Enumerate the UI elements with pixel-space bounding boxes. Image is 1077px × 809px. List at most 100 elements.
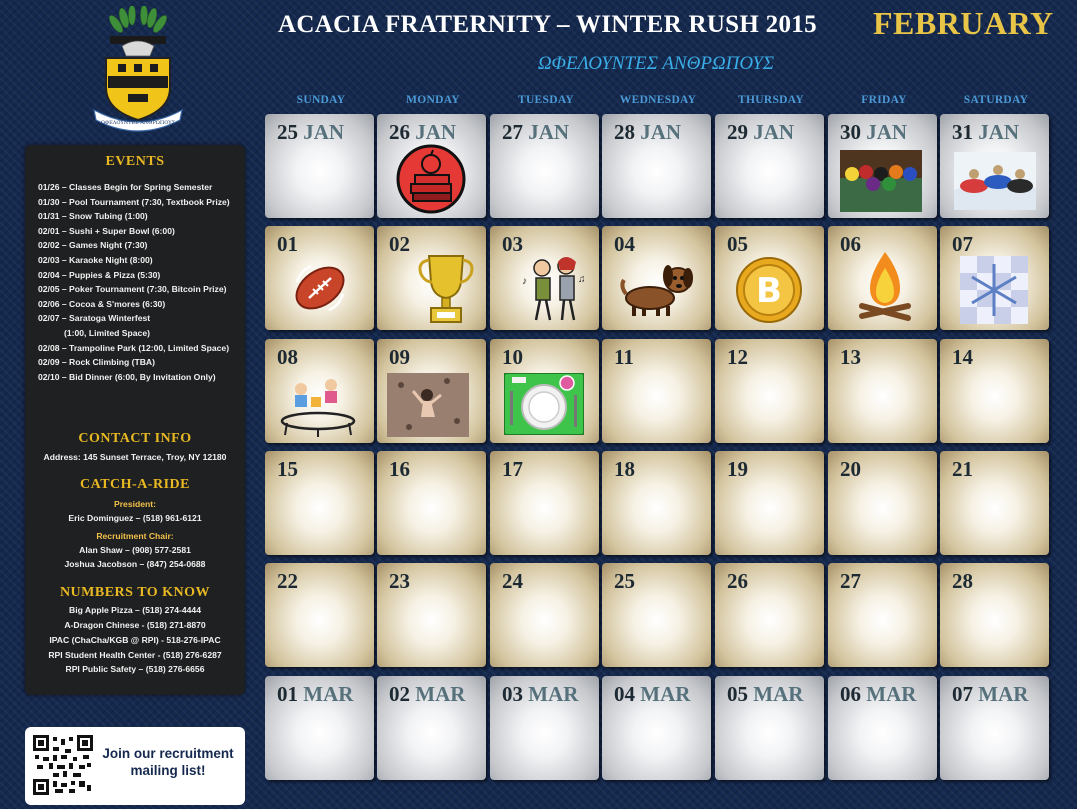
day-number: 24	[502, 569, 523, 593]
calendar-day-cell[interactable]: 02	[377, 226, 486, 330]
day-number: 25	[614, 569, 635, 593]
calendar-day-cell[interactable]: 08	[265, 339, 374, 443]
month-abbrev: JAN	[640, 120, 682, 144]
svg-text:B: B	[756, 271, 782, 311]
day-number: 12	[727, 345, 748, 369]
calendar-day-cell[interactable]: 06 MAR	[828, 676, 937, 780]
campfire-icon	[856, 250, 914, 326]
calendar-day-cell[interactable]: 06	[828, 226, 937, 330]
calendar-day-cell[interactable]: 21	[940, 451, 1049, 555]
day-number: 04 MAR	[614, 682, 690, 707]
calendar-day-cell[interactable]: 03 MAR	[490, 676, 599, 780]
calendar-day-cell[interactable]: 18	[602, 451, 711, 555]
month-abbrev: MAR	[866, 682, 917, 706]
day-number: 20	[840, 457, 861, 481]
day-digits: 06	[840, 682, 861, 706]
calendar-day-cell[interactable]: 19	[715, 451, 824, 555]
calendar-day-cell[interactable]: 30 JAN	[828, 114, 937, 218]
day-number: 01 MAR	[277, 682, 353, 707]
month-abbrev: JAN	[753, 120, 795, 144]
day-number: 13	[840, 345, 861, 369]
calendar-day-cell[interactable]: 01	[265, 226, 374, 330]
month-abbrev: MAR	[303, 682, 354, 706]
day-number: 17	[502, 457, 523, 481]
day-digits: 07	[952, 682, 973, 706]
karaoke-singers-icon: ♪ ♫	[520, 254, 586, 326]
svg-text:♫: ♫	[578, 274, 586, 285]
day-number: 30 JAN	[840, 120, 907, 145]
calendar-day-cell[interactable]: 01 MAR	[265, 676, 374, 780]
calendar-day-cell[interactable]: 23	[377, 563, 486, 667]
textbooks-icon	[395, 144, 467, 214]
month-abbrev: JAN	[866, 120, 908, 144]
calendar-day-cell[interactable]: 05 MAR	[715, 676, 824, 780]
day-digits: 02	[389, 682, 410, 706]
trophy-icon	[417, 252, 475, 326]
calendar-day-cell[interactable]: 25 JAN	[265, 114, 374, 218]
day-digits: 05	[727, 682, 748, 706]
calendar-day-cell[interactable]: 29 JAN	[715, 114, 824, 218]
day-number: 16	[389, 457, 410, 481]
day-number: 06 MAR	[840, 682, 916, 707]
football-icon	[291, 260, 349, 316]
month-abbrev: MAR	[978, 682, 1029, 706]
calendar-day-cell[interactable]: 10	[490, 339, 599, 443]
day-number: 28 JAN	[614, 120, 681, 145]
calendar-day-cell[interactable]: 17	[490, 451, 599, 555]
month-abbrev: JAN	[303, 120, 345, 144]
calendar-day-cell[interactable]: 03 ♪ ♫	[490, 226, 599, 330]
calendar-day-cell[interactable]: 28 JAN	[602, 114, 711, 218]
day-number: 07	[952, 232, 973, 256]
day-number: 22	[277, 569, 298, 593]
calendar-grid: 25 JAN 26 JAN 27 JAN 28 JAN 29 JAN 30 JAN 31 J…	[0, 0, 1077, 809]
rock-climbing-icon	[387, 373, 469, 437]
day-number: 28	[952, 569, 973, 593]
calendar-day-cell[interactable]: 04 MAR	[602, 676, 711, 780]
calendar-day-cell[interactable]: 15	[265, 451, 374, 555]
calendar-day-cell[interactable]: 07 MAR	[940, 676, 1049, 780]
day-number: 10	[502, 345, 523, 369]
month-abbrev: MAR	[640, 682, 691, 706]
calendar-day-cell[interactable]: 20	[828, 451, 937, 555]
calendar-day-cell[interactable]: 25	[602, 563, 711, 667]
calendar-day-cell[interactable]: 27 JAN	[490, 114, 599, 218]
day-number: 08	[277, 345, 298, 369]
month-abbrev: JAN	[415, 120, 457, 144]
day-digits: 27	[502, 120, 523, 144]
day-digits: 26	[389, 120, 410, 144]
day-digits: 04	[614, 682, 635, 706]
calendar-day-cell[interactable]: 16	[377, 451, 486, 555]
day-number: 26 JAN	[389, 120, 456, 145]
calendar-day-cell[interactable]: 22	[265, 563, 374, 667]
calendar-day-cell[interactable]: 31 JAN	[940, 114, 1049, 218]
month-abbrev: JAN	[978, 120, 1020, 144]
calendar-day-cell[interactable]: 24	[490, 563, 599, 667]
calendar-day-cell[interactable]: 07	[940, 226, 1049, 330]
calendar-day-cell[interactable]: 12	[715, 339, 824, 443]
calendar-day-cell[interactable]: 27	[828, 563, 937, 667]
day-digits: 29	[727, 120, 748, 144]
puppy-icon	[620, 258, 696, 320]
bitcoin-icon: B	[735, 256, 803, 324]
calendar-day-cell[interactable]: 09	[377, 339, 486, 443]
calendar-day-cell[interactable]: 26 JAN	[377, 114, 486, 218]
day-number: 15	[277, 457, 298, 481]
month-abbrev: MAR	[528, 682, 579, 706]
calendar-day-cell[interactable]: 14	[940, 339, 1049, 443]
calendar-day-cell[interactable]: 11	[602, 339, 711, 443]
calendar-day-cell[interactable]: 05 B	[715, 226, 824, 330]
calendar-day-cell[interactable]: 13	[828, 339, 937, 443]
day-number: 01	[277, 232, 298, 256]
calendar-day-cell[interactable]: 26	[715, 563, 824, 667]
calendar-day-cell[interactable]: 04	[602, 226, 711, 330]
day-number: 05 MAR	[727, 682, 803, 707]
calendar-day-cell[interactable]: 28	[940, 563, 1049, 667]
day-number: 26	[727, 569, 748, 593]
day-number: 27 JAN	[502, 120, 569, 145]
day-number: 11	[614, 345, 634, 369]
snow-tubing-icon	[954, 152, 1036, 210]
calendar-day-cell[interactable]: 02 MAR	[377, 676, 486, 780]
day-digits: 28	[614, 120, 635, 144]
day-number: 02 MAR	[389, 682, 465, 707]
day-digits: 01	[277, 682, 298, 706]
